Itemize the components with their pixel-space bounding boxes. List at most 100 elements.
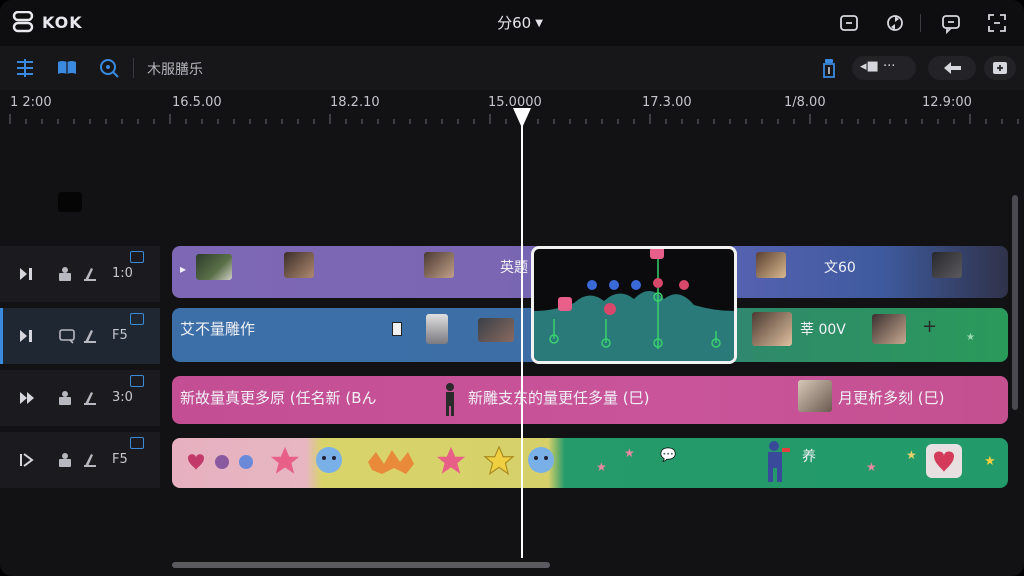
star-icon: ★ <box>984 454 996 469</box>
expand-icon[interactable] <box>986 12 1008 34</box>
clip-marker: ▸ <box>180 262 187 276</box>
clip-thumbnail <box>426 314 448 344</box>
topbar-divider <box>920 14 921 32</box>
timeline-toolbar: 木服膳乐 ◂■ ··· <box>0 46 1024 90</box>
heart-icon <box>926 444 962 478</box>
clip-marker-icon <box>392 322 402 336</box>
clip-thumbnail <box>932 252 962 278</box>
clip-thumbnail <box>872 314 906 344</box>
book-icon[interactable] <box>56 57 78 79</box>
back-button[interactable] <box>928 56 976 80</box>
play-icon[interactable] <box>18 265 36 283</box>
pill-dots: ◂■ ··· <box>860 59 896 74</box>
comment-icon[interactable] <box>940 12 962 34</box>
figure-icon <box>446 383 454 416</box>
track-number: 3:0 <box>112 390 133 405</box>
clip-label: 艾不量雕作 <box>180 320 256 338</box>
clip-preview-thumbnail[interactable] <box>531 246 737 364</box>
plus-icon: + <box>922 316 938 337</box>
ghost-icon <box>528 447 554 473</box>
clip-label: 莘 00V <box>800 322 846 338</box>
track-header-4[interactable]: F5 <box>0 432 160 488</box>
logo-icon <box>12 11 34 33</box>
track-corner-icon <box>130 437 144 449</box>
project-title-text: 分60 <box>497 14 532 32</box>
comment-icon[interactable] <box>58 327 76 345</box>
zoom-icon[interactable] <box>98 57 120 79</box>
star-icon: ★ <box>624 446 635 460</box>
clip-thumbnail <box>478 318 514 342</box>
track-number: F5 <box>112 452 128 467</box>
star-icon: ★ <box>906 448 917 462</box>
clip-thumbnail <box>756 252 786 278</box>
clip-label: 文60 <box>824 260 856 276</box>
clip-thumbnail <box>798 380 832 412</box>
vertical-scrollbar[interactable] <box>1012 195 1018 410</box>
track-number: 1:0 <box>112 266 133 281</box>
toolbar-label: 木服膳乐 <box>147 62 203 78</box>
clip-track-3[interactable]: 新故量真更多原 (任名新 (Bん 新雕支东的量更任多量 (巳) 月更析多刻 (巳… <box>172 376 1008 424</box>
ruler-label: 1/8.00 <box>784 95 826 110</box>
app-logo[interactable]: KOK <box>12 11 83 33</box>
track-header-2[interactable]: F5 <box>0 308 160 364</box>
ruler-ticks <box>9 114 1019 124</box>
ruler-label: 12.9:00 <box>922 95 972 110</box>
play-icon[interactable] <box>18 327 36 345</box>
play-icon[interactable] <box>18 389 36 407</box>
adjust-icon[interactable] <box>838 12 860 34</box>
playhead-handle[interactable] <box>513 108 531 128</box>
add-icon <box>993 62 1007 74</box>
lock-icon[interactable] <box>56 451 74 469</box>
clip-label: 新故量真更多原 (任名新 (Bん <box>180 389 377 407</box>
app-window: KOK 分60 ▼ 木服膳乐 ◂■ ··· 1 2:00 16.5.00 18.… <box>0 0 1024 576</box>
chat-icon: 💬 <box>660 448 677 463</box>
add-button[interactable] <box>984 56 1016 80</box>
star-icon: ★ <box>866 460 877 474</box>
star-icon <box>436 446 466 474</box>
lock-icon[interactable] <box>56 265 74 283</box>
ghost-icon <box>316 447 342 473</box>
ruler-label: 16.5.00 <box>172 95 222 110</box>
horizontal-scrollbar[interactable] <box>172 562 550 568</box>
clip-thumbnail <box>196 254 232 280</box>
clip-label: 养 <box>802 449 816 465</box>
volume-icon[interactable] <box>82 389 100 407</box>
track-corner-icon <box>130 251 144 263</box>
track-header-3[interactable]: 3:0 <box>0 370 160 426</box>
top-bar: KOK 分60 ▼ <box>0 0 1024 46</box>
star-icon <box>483 445 515 476</box>
chevron-down-icon: ▼ <box>535 18 543 29</box>
sticker-hearts-icon <box>188 454 253 470</box>
timeline-ruler[interactable]: 1 2:00 16.5.00 18.2.10 15.0000 17.3.00 1… <box>0 90 1024 126</box>
clip-thumbnail <box>424 252 454 278</box>
volume-icon[interactable] <box>82 265 100 283</box>
bottle-icon[interactable] <box>818 57 840 79</box>
star-icon: ★ <box>966 332 975 343</box>
clip-label: 新雕支东的量更任多量 (巳) <box>468 389 650 407</box>
clip-label: 英题 <box>500 260 528 276</box>
project-title[interactable]: 分60 ▼ <box>470 12 570 33</box>
track-header-1[interactable]: 1:0 <box>0 246 160 302</box>
sticker-text-icon <box>368 450 414 474</box>
playhead-line[interactable] <box>521 118 523 558</box>
volume-icon[interactable] <box>82 327 100 345</box>
play-icon[interactable] <box>18 451 36 469</box>
empty-track-placeholder <box>58 192 82 212</box>
tracks-icon[interactable] <box>14 57 36 79</box>
clip-track-4[interactable]: ★ ★ 💬 养 ★ ★ ★ <box>172 438 1008 488</box>
playback-control-pill[interactable]: ◂■ ··· <box>852 56 916 80</box>
logo-text: KOK <box>42 12 83 32</box>
back-arrow-icon <box>944 62 961 74</box>
clip-thumbnail <box>284 252 314 278</box>
lock-icon[interactable] <box>56 389 74 407</box>
clip-thumbnail <box>752 312 792 346</box>
track-corner-icon <box>130 375 144 387</box>
clip-label: 月更析多刻 (巳) <box>838 389 945 407</box>
toolbar-divider <box>133 58 134 78</box>
volume-icon[interactable] <box>82 451 100 469</box>
ruler-label: 17.3.00 <box>642 95 692 110</box>
star-icon <box>270 446 300 474</box>
ruler-label: 1 2:00 <box>10 95 52 110</box>
ruler-label: 18.2.10 <box>330 95 380 110</box>
sync-icon[interactable] <box>884 12 906 34</box>
